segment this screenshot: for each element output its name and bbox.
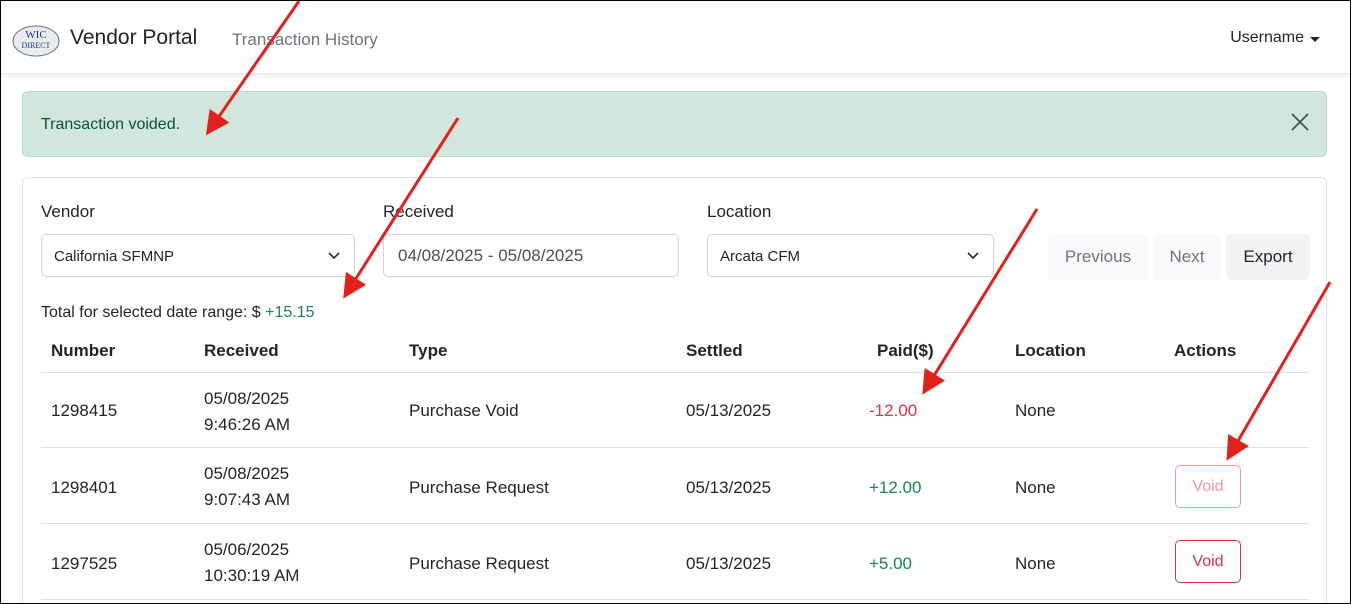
- cell-received-time: 10:30:19 AM: [204, 566, 300, 585]
- vendor-select-value: California SFMNP: [54, 248, 175, 265]
- column-header-settled: Settled: [686, 341, 743, 360]
- cell-received-date: 05/06/2025: [204, 540, 290, 559]
- date-range-value: 04/08/2025 - 05/08/2025: [398, 246, 584, 265]
- vendor-label: Vendor: [41, 202, 95, 221]
- wic-direct-logo[interactable]: WIC DIRECT: [11, 23, 61, 59]
- table-header-divider: [41, 372, 1309, 373]
- date-range-input[interactable]: 04/08/2025 - 05/08/2025: [383, 234, 679, 277]
- location-select[interactable]: Arcata CFM: [707, 234, 994, 277]
- page-frame: WIC DIRECT Vendor Portal Transaction His…: [0, 0, 1351, 604]
- void-button[interactable]: Void: [1175, 540, 1241, 583]
- total-label: Total for selected date range: $: [41, 304, 261, 321]
- close-icon[interactable]: [1288, 110, 1312, 134]
- column-header-location: Location: [1015, 341, 1086, 360]
- cell-received-time: 9:07:43 AM: [204, 490, 291, 509]
- cell-received-date: 05/08/2025: [204, 389, 290, 408]
- row-divider: [41, 523, 1309, 524]
- export-button[interactable]: Export: [1226, 234, 1310, 280]
- cell-type: Purchase Request: [409, 554, 549, 573]
- row-divider: [41, 447, 1309, 448]
- cell-location: None: [1015, 478, 1056, 497]
- cell-type: Purchase Void: [409, 401, 519, 420]
- caret-down-icon: [1310, 36, 1320, 42]
- column-header-paid: Paid($): [877, 341, 934, 360]
- brand-title[interactable]: Vendor Portal: [70, 26, 197, 50]
- chevron-down-icon: [967, 252, 979, 260]
- cell-number: 1297525: [51, 554, 118, 573]
- svg-text:DIRECT: DIRECT: [22, 41, 51, 50]
- next-button[interactable]: Next: [1153, 234, 1221, 280]
- user-menu-label: Username: [1230, 29, 1304, 46]
- cell-settled: 05/13/2025: [686, 401, 772, 420]
- column-header-type: Type: [409, 341, 448, 360]
- row-divider: [41, 599, 1309, 600]
- svg-text:WIC: WIC: [25, 29, 46, 41]
- user-menu[interactable]: Username: [1230, 29, 1320, 47]
- navbar: WIC DIRECT Vendor Portal Transaction His…: [1, 1, 1350, 74]
- cell-number: 1298415: [51, 401, 118, 420]
- location-label: Location: [707, 202, 772, 221]
- cell-settled: 05/13/2025: [686, 478, 772, 497]
- cell-location: None: [1015, 401, 1056, 420]
- cell-settled: 05/13/2025: [686, 554, 772, 573]
- void-button-disabled[interactable]: Void: [1175, 465, 1241, 508]
- success-alert: Transaction voided.: [22, 91, 1327, 157]
- cell-number: 1298401: [51, 478, 118, 497]
- cell-received-time: 9:46:26 AM: [204, 415, 291, 434]
- cell-paid: +5.00: [869, 554, 913, 573]
- alert-message: Transaction voided.: [41, 116, 181, 133]
- total-summary: Total for selected date range: $ +15.15: [41, 304, 315, 322]
- location-select-value: Arcata CFM: [720, 248, 801, 265]
- cell-paid: +12.00: [869, 478, 922, 497]
- column-header-number: Number: [51, 341, 116, 360]
- column-header-received: Received: [204, 341, 279, 360]
- cell-location: None: [1015, 554, 1056, 573]
- received-label: Received: [383, 202, 454, 221]
- chevron-down-icon: [328, 252, 340, 260]
- total-value: +15.15: [265, 304, 315, 321]
- cell-paid: -12.00: [869, 401, 918, 420]
- cell-received-date: 05/08/2025: [204, 464, 290, 483]
- nav-link-transaction-history[interactable]: Transaction History: [232, 30, 378, 50]
- column-header-actions: Actions: [1174, 341, 1237, 360]
- previous-button[interactable]: Previous: [1048, 234, 1148, 280]
- vendor-select[interactable]: California SFMNP: [41, 234, 355, 277]
- cell-type: Purchase Request: [409, 478, 549, 497]
